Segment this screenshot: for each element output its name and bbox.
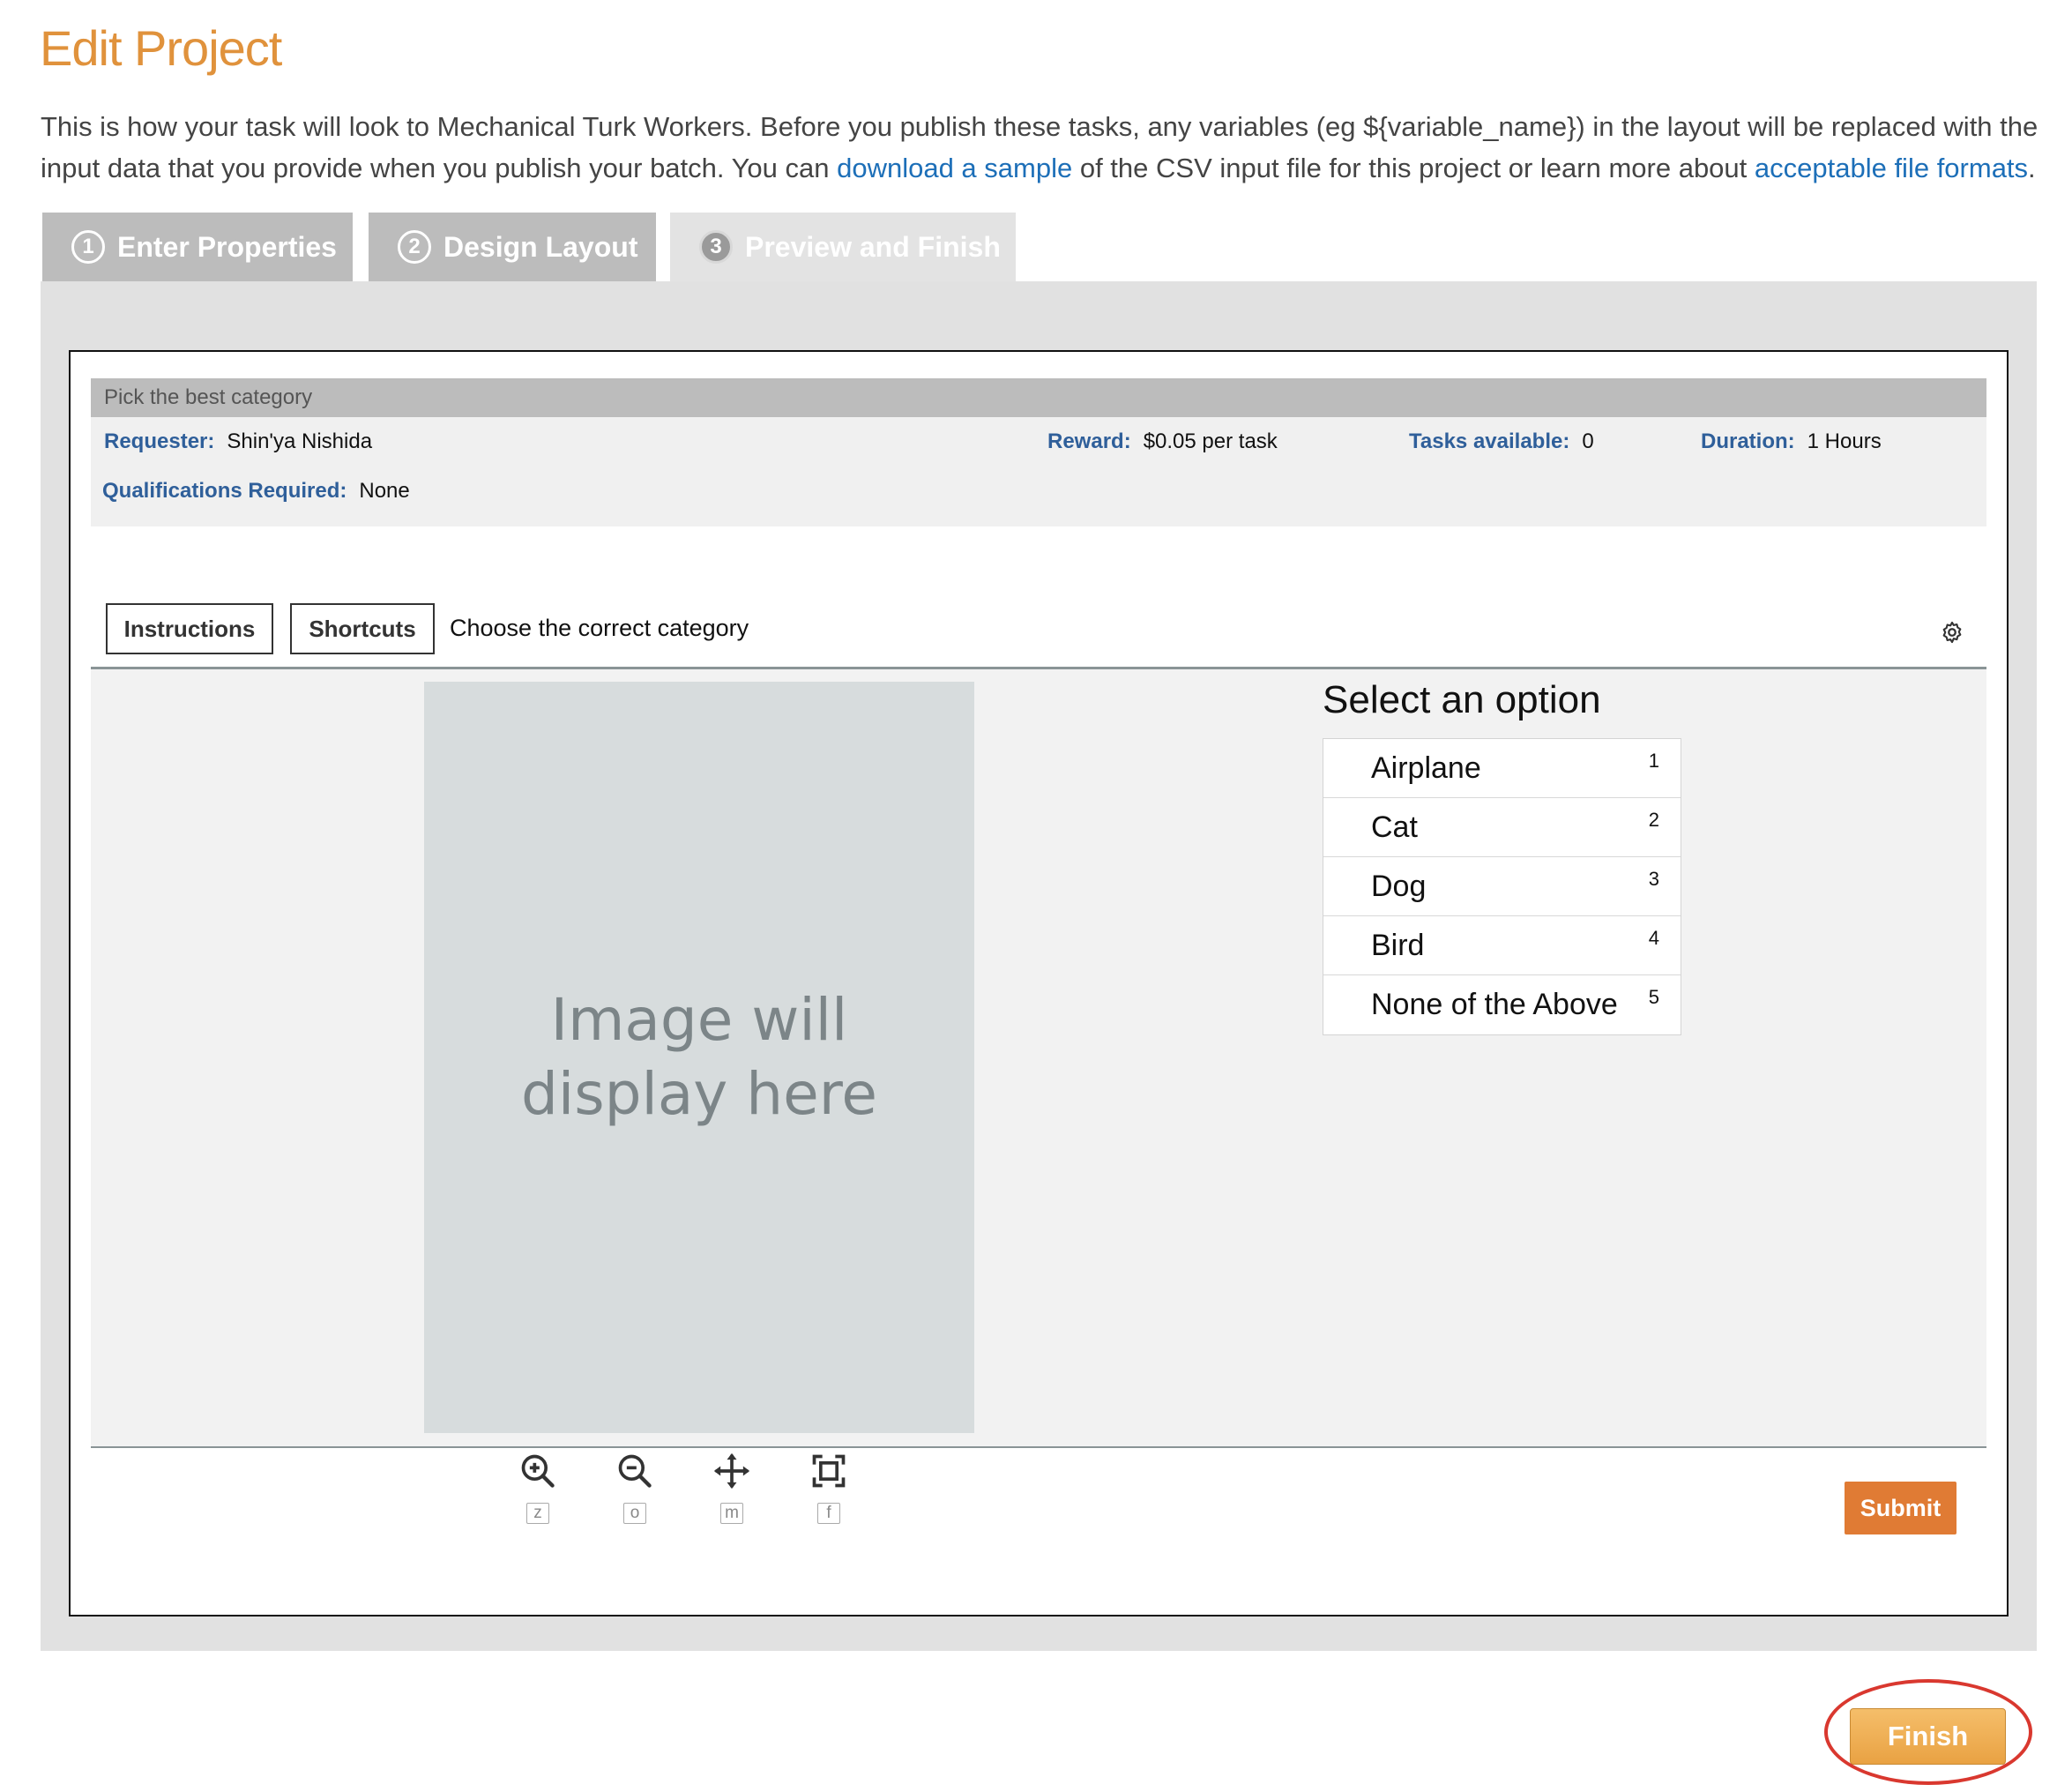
option-label: Dog [1371,869,1427,903]
move-icon [713,1452,750,1490]
step-number: 1 [71,230,105,264]
hit-info: Requester: Shin'ya Nishida Reward: $0.05 p… [91,417,1986,526]
requester-field: Requester: Shin'ya Nishida [104,429,372,454]
move-tool[interactable]: m [705,1452,758,1524]
option-shortcut-key: 3 [1648,868,1659,890]
zoom-in-icon [521,1454,555,1488]
file-formats-link[interactable]: acceptable file formats [1755,153,2028,183]
finish-button[interactable]: Finish [1850,1708,2006,1765]
zoom-in-tool[interactable]: z [511,1452,564,1524]
fit-icon [812,1454,846,1488]
option-dog[interactable]: Dog 3 [1323,857,1681,916]
tab-label: Design Layout [443,230,638,263]
tab-label: Enter Properties [117,230,337,263]
zoom-out-icon [618,1454,652,1488]
option-bird[interactable]: Bird 4 [1323,916,1681,975]
step-number: 3 [699,230,733,264]
qualifications-label: Qualifications Required: [102,479,347,503]
option-shortcut-key: 2 [1648,809,1659,831]
shortcut-key-hint: m [720,1503,743,1524]
duration-value: 1 Hours [1807,429,1882,453]
shortcut-key-hint: o [623,1503,646,1524]
option-label: Airplane [1371,750,1481,785]
duration-label: Duration: [1701,429,1795,453]
option-shortcut-key: 1 [1648,750,1659,772]
tasks-available-field: Tasks available: 0 [1409,429,1594,454]
option-shortcut-key: 5 [1648,986,1659,1008]
tasks-available-value: 0 [1582,429,1594,453]
option-cat[interactable]: Cat 2 [1323,798,1681,857]
submit-button[interactable]: Submit [1845,1482,1956,1534]
reward-label: Reward: [1047,429,1131,453]
requester-value: Shin'ya Nishida [227,429,373,453]
intro-text: This is how your task will look to Mecha… [41,106,2042,189]
hit-title: Pick the best category [91,378,1986,417]
image-placeholder-text: display here [520,1060,878,1128]
shortcut-key-hint: z [526,1503,549,1524]
page-title: Edit Project [40,20,282,76]
fit-tool[interactable]: f [802,1452,855,1524]
reward-value: $0.05 per task [1143,429,1278,453]
select-option-title: Select an option [1323,678,1601,721]
requester-label: Requester: [104,429,215,453]
image-placeholder-text: Image will [550,986,848,1054]
task-preview-frame: Pick the best category Requester: Shin'ya… [69,350,2009,1617]
gear-icon[interactable] [1939,619,1965,646]
intro-text-part: of the CSV input file for this project o… [1072,153,1755,183]
option-label: None of the Above [1371,988,1618,1021]
tab-label: Preview and Finish [745,230,1001,263]
step-number: 2 [398,230,431,264]
task-prompt: Choose the correct category [450,615,749,641]
qualifications-field: Qualifications Required: None [102,479,410,504]
tab-design-layout[interactable]: 2 Design Layout [369,213,656,281]
option-airplane[interactable]: Airplane 1 [1323,739,1681,798]
tab-enter-properties[interactable]: 1 Enter Properties [42,213,353,281]
option-label: Bird [1371,928,1425,962]
tab-preview-and-finish[interactable]: 3 Preview and Finish [670,213,1016,281]
tasks-available-label: Tasks available: [1409,429,1570,453]
intro-text-part: . [2028,153,2036,183]
shortcuts-button[interactable]: Shortcuts [290,603,435,654]
shortcut-key-hint: f [817,1503,840,1524]
download-sample-link[interactable]: download a sample [837,153,1072,183]
duration-field: Duration: 1 Hours [1701,429,1882,454]
option-shortcut-key: 4 [1648,927,1659,949]
annotation-workspace: Image will display here Select an option… [91,667,1986,1448]
option-label: Cat [1371,810,1418,844]
image-placeholder: Image will display here [424,682,974,1433]
reward-field: Reward: $0.05 per task [1047,429,1278,454]
option-none-of-the-above[interactable]: None of the Above 5 [1323,975,1681,1034]
option-list: Airplane 1 Cat 2 Dog 3 Bird 4 None of th… [1323,738,1681,1035]
zoom-out-tool[interactable]: o [608,1452,661,1524]
qualifications-value: None [359,479,410,503]
instructions-button[interactable]: Instructions [106,603,273,654]
